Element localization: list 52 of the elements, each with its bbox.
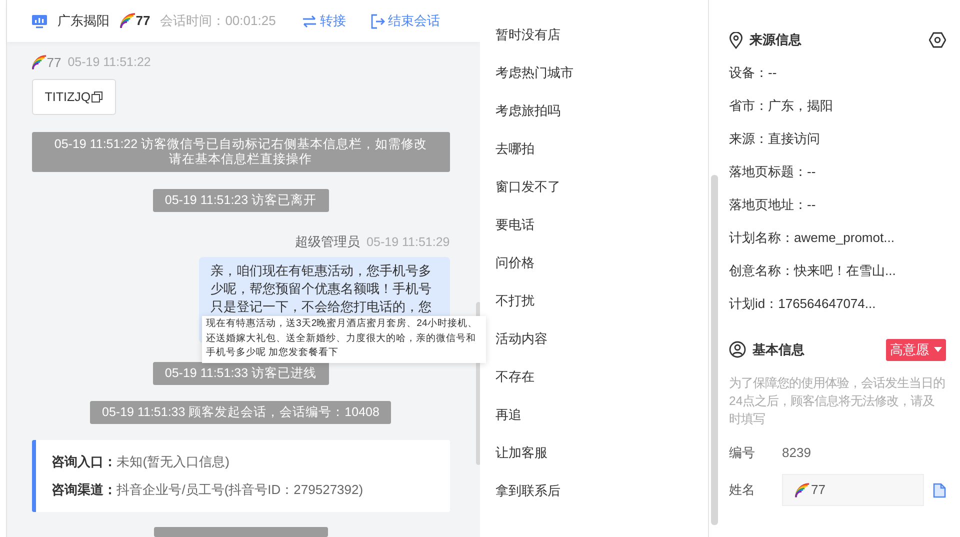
- rainbow-icon: [32, 55, 47, 70]
- sender-name: 超级管理员: [295, 233, 360, 252]
- intent-dropdown[interactable]: 高意愿: [886, 339, 946, 360]
- quick-reply-item[interactable]: 去哪拍: [480, 130, 708, 168]
- visitor-name: 77: [136, 12, 150, 30]
- message-bubble: TITIZJQ: [32, 78, 116, 116]
- monitor-icon: [30, 14, 48, 28]
- field-label: 编号: [729, 444, 756, 462]
- source-info-line: 计划id：176564647074...: [729, 294, 877, 313]
- source-info-line: 设备：--: [729, 64, 778, 82]
- sender-name: 77: [46, 54, 62, 72]
- session-duration: 会话时间：00:01:25: [160, 12, 276, 30]
- message-time: 05-19 11:51:29: [366, 234, 450, 251]
- system-message: 05-19 11:51:22 访客微信号已自动标记右侧基本信息栏，如需修改请在基本信息栏直接操作: [32, 132, 450, 172]
- quick-reply-item[interactable]: 拿到联系后: [480, 472, 708, 510]
- source-info-line: 来源：直接访问: [729, 130, 821, 148]
- message-time: 05-19 11:51:22: [68, 54, 151, 72]
- quick-reply-item[interactable]: 考虑旅拍吗: [480, 92, 708, 130]
- notice-text: 为了保障您的使用体验，会话发生当日的24点之后，顾客信息将无法修改，请及时填写: [729, 374, 946, 428]
- info-line: 咨询渠道：抖音企业号/员工号(抖音号ID：279527392): [52, 480, 364, 499]
- source-info-line: 省市：广东，揭阳: [729, 96, 834, 115]
- rainbow-icon: [795, 482, 810, 498]
- source-info-line: 计划名称：aweme_promot...: [729, 228, 896, 247]
- quick-reply-item[interactable]: 要电话: [480, 206, 708, 244]
- section-title: 基本信息: [752, 341, 804, 359]
- swap-icon: [302, 14, 317, 28]
- caret-icon: [934, 347, 942, 352]
- tooltip: 现在有特惠活动，送3天2晚蜜月酒店蜜月套房、24小时接机、还送婚嫁大礼包、送全新婚纱、力度很大的哈，亲的微信号和手机号多少呢 加您发套餐看下: [202, 316, 486, 362]
- quick-reply-item[interactable]: 问价格: [480, 244, 708, 282]
- quick-reply-item[interactable]: 让加客服: [480, 434, 708, 472]
- exit-icon: [370, 14, 385, 28]
- field-label: 姓名: [729, 481, 756, 500]
- location-pin-icon: [729, 32, 743, 48]
- copy-icon[interactable]: [90, 90, 103, 103]
- system-message: 05-19 11:51:23 访客已离开: [152, 189, 329, 212]
- settings-icon[interactable]: [929, 32, 946, 48]
- quick-reply-item[interactable]: 暂时没有店: [480, 16, 708, 54]
- location-text: 广东揭阳: [58, 12, 110, 30]
- name-field[interactable]: 77: [782, 474, 924, 506]
- source-info-line: 创意名称：快来吧！在雪山...: [729, 262, 897, 280]
- quick-reply-item[interactable]: 再追: [480, 396, 708, 434]
- field-value: 8239: [782, 444, 811, 462]
- source-info-line: 落地页标题：--: [729, 162, 817, 181]
- quick-reply-item[interactable]: 考虑热门城市: [480, 54, 708, 92]
- info-line: 咨询入口：未知(暂无入口信息): [52, 452, 230, 471]
- system-message: 05-19 11:51:33 访客已进线: [152, 362, 329, 385]
- source-info-line: 落地页地址：--: [729, 196, 817, 214]
- quick-reply-item[interactable]: 窗口发不了: [480, 168, 708, 206]
- section-title: 来源信息: [750, 31, 802, 50]
- rainbow-icon: [120, 13, 136, 29]
- user-icon: [729, 341, 746, 358]
- system-message: 05-19 11:51:33 顾客发起会话，会话编号：10408: [90, 400, 392, 424]
